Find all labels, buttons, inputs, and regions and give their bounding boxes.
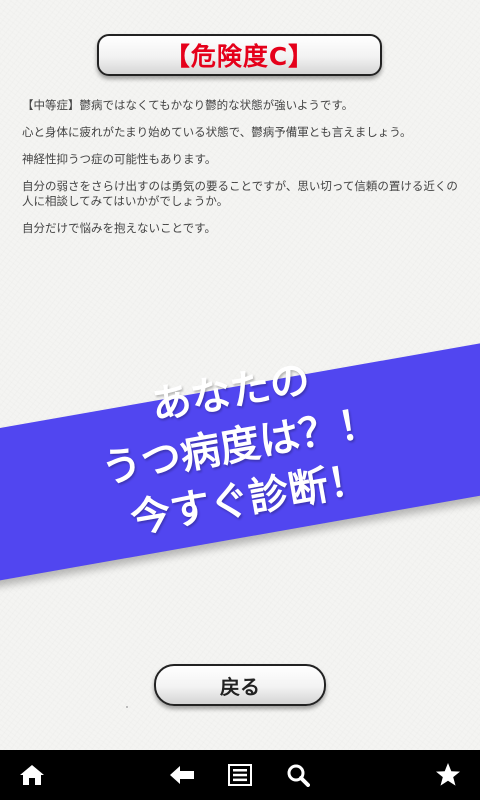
danger-level-title: 【危険度C】 [164, 42, 315, 71]
paragraph-possibility: 神経性抑うつ症の可能性もあります。 [22, 152, 217, 166]
title-header: 【危険度C】 [97, 34, 382, 76]
paragraph-closing: 自分だけで悩みを抱えないことです。 [22, 221, 217, 235]
star-icon [436, 763, 460, 786]
back-button-label: 戻る [220, 674, 260, 699]
nav-list-button[interactable] [212, 750, 268, 800]
nav-search-button[interactable] [270, 750, 326, 800]
back-button[interactable]: 戻る [154, 664, 326, 706]
paragraph-fatigue: 心と身体に疲れがたまり始めている状態で、鬱病予備軍とも言えましょう。 [22, 125, 412, 139]
nav-favorite-button[interactable] [420, 750, 476, 800]
back-arrow-icon [170, 766, 194, 784]
paragraph-advice: 自分の弱さをさらけ出すのは勇気の要ることですが、思い切って信頼の置ける近くの人に… [22, 179, 458, 208]
result-description: 【中等症】鬱病ではなくてもかなり鬱的な状態が強いようです。 心と身体に疲れがたま… [22, 98, 462, 248]
bottom-navigation-bar [0, 750, 480, 800]
nav-back-button[interactable] [154, 750, 210, 800]
home-icon [20, 765, 44, 785]
paragraph-severity: 【中等症】鬱病ではなくてもかなり鬱的な状態が強いようです。 [22, 98, 354, 112]
list-icon [228, 764, 252, 786]
nav-home-button[interactable] [4, 750, 60, 800]
decorative-dot [126, 706, 128, 708]
search-icon [287, 764, 310, 787]
